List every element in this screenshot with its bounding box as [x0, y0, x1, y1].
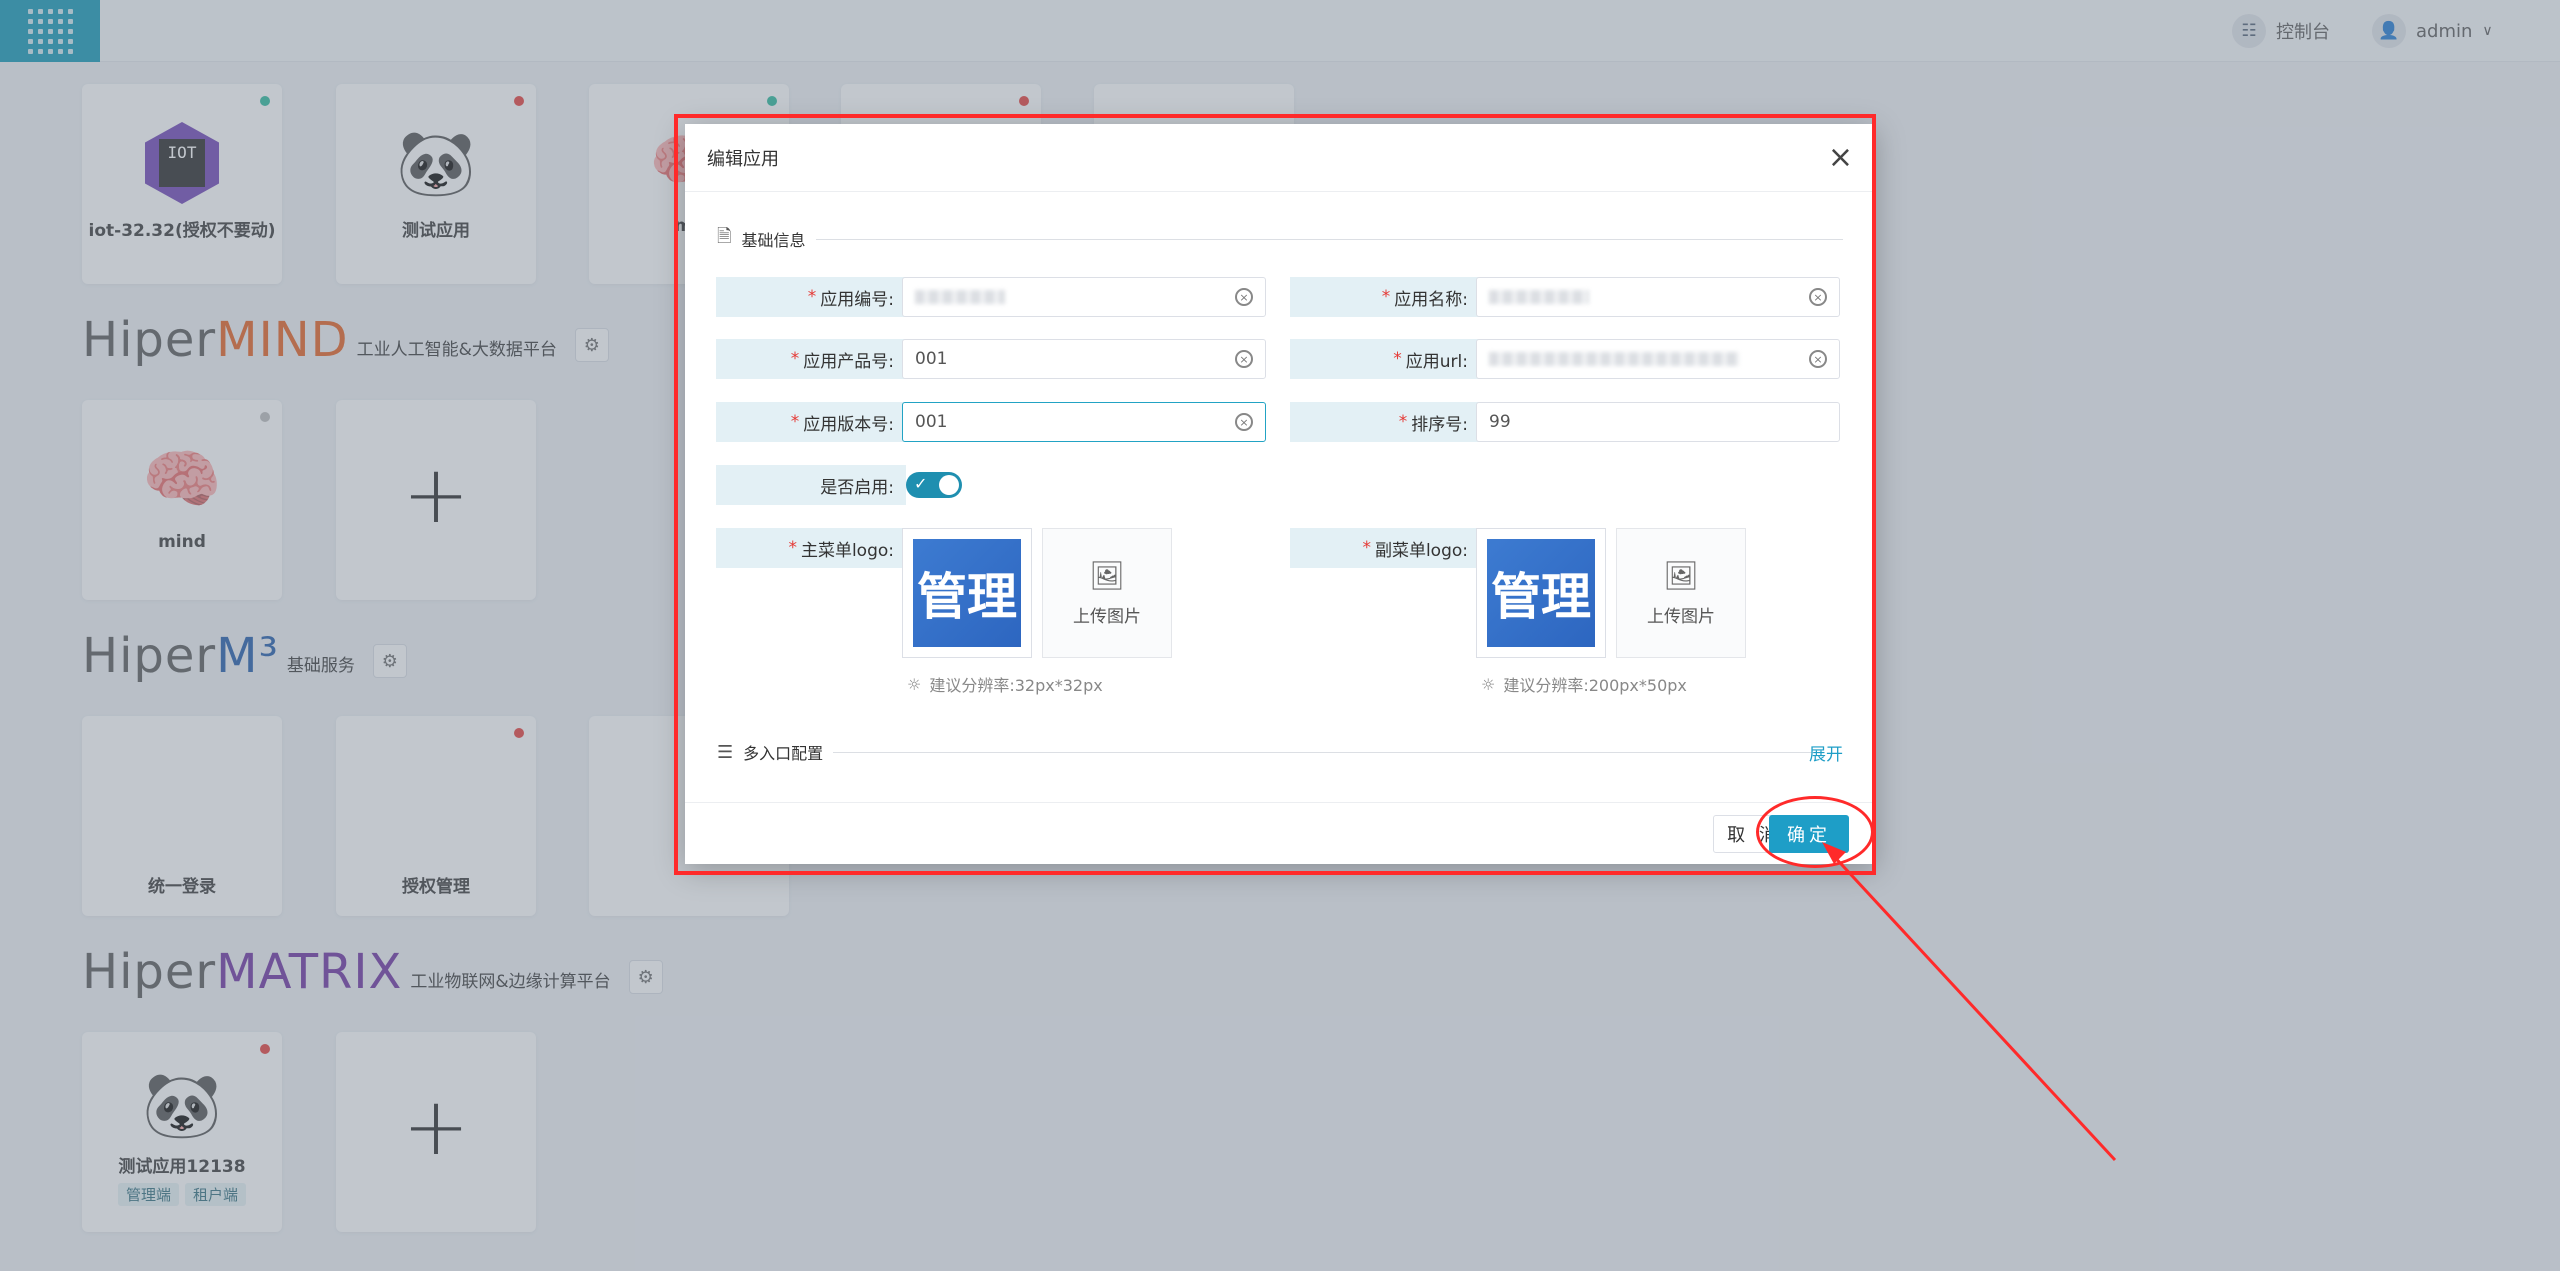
- annotation-arrow: [1822, 842, 2117, 1162]
